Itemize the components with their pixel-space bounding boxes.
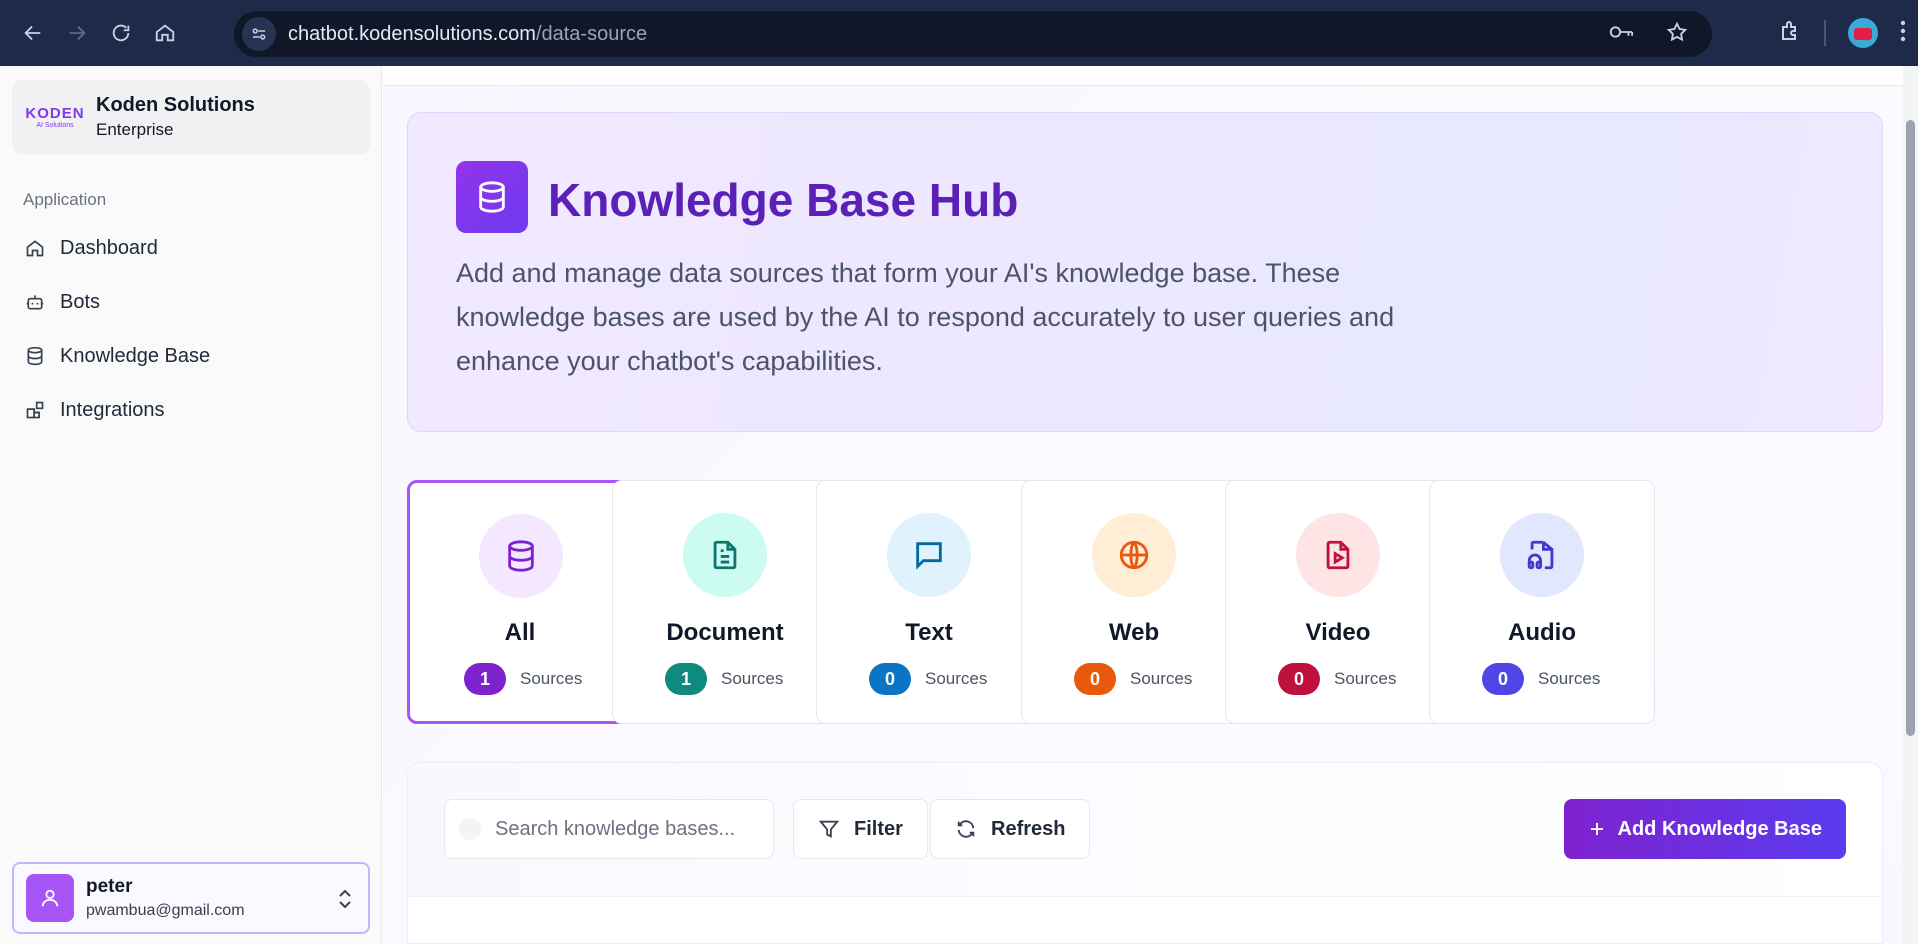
top-header [383, 66, 1903, 86]
extensions-icon[interactable] [1778, 19, 1802, 48]
category-title: Web [1108, 619, 1160, 646]
category-card-web[interactable]: Web 0 Sources [1021, 480, 1247, 724]
sidebar-item-knowledge-base[interactable]: Knowledge Base [12, 329, 370, 383]
home-icon [24, 237, 46, 259]
password-key-icon[interactable] [1608, 22, 1634, 47]
org-name: Koden Solutions [96, 94, 255, 116]
category-title: Audio [1508, 619, 1576, 646]
count-badge: 0 [1074, 663, 1116, 695]
filter-button[interactable]: Filter [793, 799, 928, 859]
blocks-icon [24, 399, 46, 421]
back-icon[interactable] [13, 13, 53, 53]
category-title: Video [1305, 619, 1371, 646]
category-card-text[interactable]: Text 0 Sources [816, 480, 1042, 724]
bot-icon [24, 291, 46, 313]
refresh-icon [953, 816, 979, 842]
category-card-video[interactable]: Video 0 Sources [1225, 480, 1451, 724]
org-logo: KODEN AI Solutions [25, 105, 85, 129]
sidebar-item-label: Bots [60, 290, 101, 313]
filter-icon [816, 816, 842, 842]
search-input[interactable] [495, 817, 755, 841]
user-name: peter [86, 876, 133, 897]
database-icon [24, 345, 46, 367]
category-cards: All 1 Sources Document 1 Sources Text 0 [407, 480, 1883, 724]
scrollbar-thumb[interactable] [1906, 120, 1915, 736]
database-icon [479, 514, 563, 598]
page-title: Knowledge Base Hub [548, 174, 1019, 226]
site-settings-icon[interactable] [242, 17, 276, 51]
reload-icon[interactable] [101, 13, 141, 53]
user-icon [26, 874, 74, 922]
refresh-label: Refresh [991, 817, 1066, 840]
sidebar-item-label: Knowledge Base [60, 344, 211, 367]
org-plan: Enterprise [96, 120, 174, 139]
database-icon [456, 161, 528, 233]
count-label: Sources [1334, 669, 1397, 688]
org-switcher[interactable]: KODEN AI Solutions Koden Solutions Enter… [12, 80, 370, 154]
sidebar-menu: Dashboard Bots Knowledge Base Integratio… [12, 221, 370, 437]
section-label: Application [23, 190, 107, 209]
user-email: pwambua@gmail.com [86, 902, 245, 919]
count-label: Sources [925, 669, 988, 688]
count-badge: 0 [1278, 663, 1320, 695]
hero-banner: Knowledge Base Hub Add and manage data s… [407, 112, 1883, 432]
count-badge: 1 [464, 663, 506, 695]
home-icon[interactable] [145, 13, 185, 53]
count-label: Sources [721, 669, 784, 688]
category-title: All [504, 619, 536, 646]
page-scrollbar[interactable] [1903, 66, 1918, 944]
bookmark-star-icon[interactable] [1666, 21, 1688, 48]
browser-toolbar: chatbot.kodensolutions.com/data-source [0, 0, 1918, 66]
sidebar: KODEN AI Solutions Koden Solutions Enter… [0, 66, 382, 944]
category-card-document[interactable]: Document 1 Sources [612, 480, 838, 724]
category-card-all[interactable]: All 1 Sources [407, 480, 633, 724]
count-badge: 0 [869, 663, 911, 695]
page-description: Add and manage data sources that form yo… [456, 258, 1395, 376]
menu-dots-icon[interactable] [1900, 20, 1906, 47]
url-text: chatbot.kodensolutions.com/data-source [288, 22, 648, 45]
list-toolbar: Filter Refresh Add Knowledge Base [408, 763, 1882, 897]
sidebar-item-label: Dashboard [60, 236, 158, 259]
category-title: Text [905, 619, 953, 646]
count-label: Sources [1538, 669, 1601, 688]
audio-file-icon [1500, 513, 1584, 597]
count-badge: 1 [665, 663, 707, 695]
chevrons-up-down-icon [336, 888, 354, 915]
add-label: Add Knowledge Base [1617, 817, 1822, 840]
knowledge-base-list-panel: Filter Refresh Add Knowledge Base [407, 762, 1883, 944]
search-field[interactable] [444, 799, 774, 859]
count-badge: 0 [1482, 663, 1524, 695]
document-icon [683, 513, 767, 597]
address-bar[interactable]: chatbot.kodensolutions.com/data-source [234, 11, 1712, 57]
plus-icon [1588, 820, 1606, 838]
refresh-button[interactable]: Refresh [930, 799, 1091, 859]
user-menu[interactable]: peter pwambua@gmail.com [12, 862, 370, 934]
add-knowledge-base-button[interactable]: Add Knowledge Base [1563, 799, 1846, 859]
sidebar-item-integrations[interactable]: Integrations [12, 383, 370, 437]
category-title: Document [666, 619, 784, 646]
message-icon [887, 513, 971, 597]
sidebar-item-label: Integrations [60, 398, 165, 421]
forward-icon[interactable] [57, 13, 97, 53]
main-content: Knowledge Base Hub Add and manage data s… [383, 66, 1903, 944]
video-file-icon [1296, 513, 1380, 597]
sidebar-item-dashboard[interactable]: Dashboard [12, 221, 370, 275]
category-card-audio[interactable]: Audio 0 Sources [1429, 480, 1655, 724]
search-icon [459, 818, 481, 840]
count-label: Sources [520, 669, 583, 688]
globe-icon [1092, 513, 1176, 597]
filter-label: Filter [854, 817, 903, 840]
profile-avatar[interactable] [1848, 18, 1878, 48]
count-label: Sources [1130, 669, 1193, 688]
sidebar-item-bots[interactable]: Bots [12, 275, 370, 329]
toolbar-divider [1824, 20, 1826, 46]
